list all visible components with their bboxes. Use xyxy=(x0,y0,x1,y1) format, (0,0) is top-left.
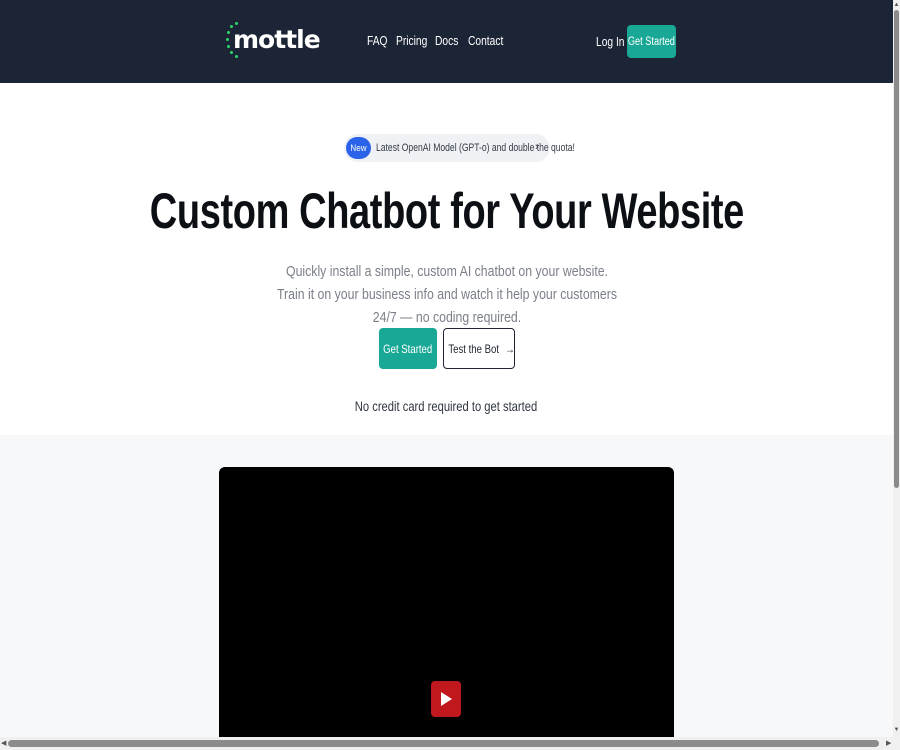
no-credit-card-text: No credit card required to get started xyxy=(355,398,538,414)
scroll-left-icon[interactable]: ◀ xyxy=(1,740,6,747)
announcement-banner[interactable]: New Latest OpenAI Model (GPT-o) and doub… xyxy=(344,134,575,162)
horizontal-scrollbar[interactable]: ◀ ▶ xyxy=(0,737,893,750)
logo-text: mottle xyxy=(233,25,321,54)
nav-link-docs[interactable]: Docs xyxy=(435,33,458,49)
new-badge-label: New xyxy=(350,142,367,154)
nav-link-contact[interactable]: Contact xyxy=(468,33,503,49)
announcement-text: Latest OpenAI Model (GPT-o) and double t… xyxy=(376,142,575,154)
nav-link-pricing[interactable]: Pricing xyxy=(396,33,427,49)
header-get-started-button[interactable]: Get Started xyxy=(627,25,676,58)
hero-subtitle: Quickly install a simple, custom AI chat… xyxy=(270,260,623,329)
page: mottle FAQ Pricing Docs Contact Log In G… xyxy=(0,0,893,737)
hero-title-text: Custom Chatbot for Your Website xyxy=(149,183,744,239)
horizontal-scroll-thumb[interactable] xyxy=(8,740,879,747)
nav-link-faq[interactable]: FAQ xyxy=(367,33,388,49)
hero-subtitle-text: Quickly install a simple, custom AI chat… xyxy=(276,263,618,326)
arrow-right-icon: → xyxy=(504,341,515,356)
new-badge: New xyxy=(346,137,371,159)
header-get-started-label: Get Started xyxy=(627,35,676,48)
chevron-right-icon: › xyxy=(535,141,539,153)
scroll-up-icon[interactable]: ▲ xyxy=(893,2,900,8)
top-nav-bar: mottle FAQ Pricing Docs Contact Log In G… xyxy=(0,0,893,83)
logo[interactable]: mottle xyxy=(226,22,321,62)
get-started-label: Get Started xyxy=(383,341,433,356)
play-icon xyxy=(441,692,452,706)
login-link[interactable]: Log In xyxy=(596,34,625,50)
main-nav: FAQ Pricing Docs Contact xyxy=(367,33,503,49)
play-button[interactable] xyxy=(431,681,461,717)
scroll-right-icon[interactable]: ▶ xyxy=(886,740,891,747)
vertical-scrollbar[interactable]: ▲ ▼ xyxy=(893,0,900,737)
scrollbar-corner xyxy=(893,737,900,750)
test-the-bot-button[interactable]: Test the Bot → xyxy=(443,328,515,369)
hero-title: Custom Chatbot for Your Website xyxy=(0,182,893,240)
no-credit-card-note: No credit card required to get started xyxy=(0,397,893,415)
scroll-down-icon[interactable]: ▼ xyxy=(893,727,900,733)
get-started-button[interactable]: Get Started xyxy=(379,328,437,369)
vertical-scroll-thumb[interactable] xyxy=(894,10,899,488)
test-the-bot-label: Test the Bot xyxy=(448,341,500,356)
